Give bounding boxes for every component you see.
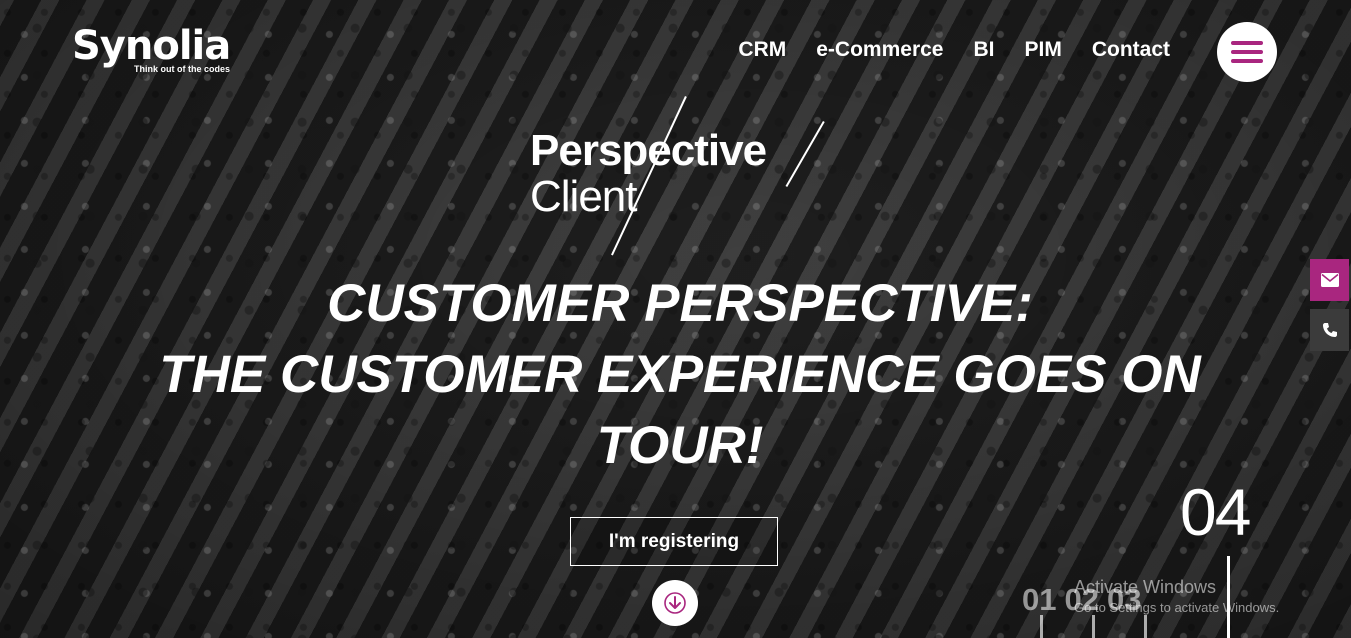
watermark-title: Activate Windows [1074,577,1217,597]
nav-item-crm[interactable]: CRM [738,38,786,62]
nav-item-pim[interactable]: PIM [1024,38,1061,62]
slide-number[interactable]: 01 [1022,582,1056,618]
logo-wordmark: Synolia [72,23,231,69]
nav-item-ecommerce[interactable]: e-Commerce [816,38,943,62]
synolia-logo[interactable]: Synolia Think out of the codes [72,23,231,74]
arrow-down-icon [664,592,686,614]
logo-tagline: Think out of the codes [134,64,230,74]
slide-tick [1144,615,1147,638]
headline-line-3: TOUR! [596,416,764,475]
slide-tick [1092,615,1095,638]
event-logo-line2: Client [530,172,637,221]
windows-activation-watermark: Activate Windows Go to Settings to activ… [1074,577,1279,615]
contact-email-button[interactable] [1310,259,1349,301]
logo-slash-decoration [785,121,825,187]
scroll-down-button[interactable] [652,580,698,626]
hamburger-icon-bar [1231,50,1263,54]
watermark-subtitle: Go to Settings to activate Windows. [1074,600,1280,615]
contact-phone-button[interactable] [1310,309,1349,351]
event-logo-line1: Perspective [530,126,767,175]
headline-line-2: THE CUSTOMER EXPERIENCE GOES ON [159,345,1201,404]
perspective-client-logo: Perspective Client [530,96,830,256]
hamburger-icon-bar [1231,59,1263,63]
register-button[interactable]: I'm registering [570,517,778,566]
envelope-icon [1320,273,1339,287]
slide-ticks [1040,615,1160,638]
nav-item-contact[interactable]: Contact [1092,38,1170,62]
nav-item-bi[interactable]: BI [973,38,994,62]
phone-icon [1322,323,1337,337]
slide-current-number: 04 [1180,475,1251,549]
main-nav: CRM e-Commerce BI PIM Contact [708,38,1170,62]
slide-tick [1040,615,1043,638]
menu-button[interactable] [1217,22,1277,82]
hero-headline: CUSTOMER PERSPECTIVE: THE CUSTOMER EXPER… [150,268,1210,481]
headline-line-1: CUSTOMER PERSPECTIVE: [327,274,1033,333]
hamburger-icon-bar [1231,41,1263,45]
